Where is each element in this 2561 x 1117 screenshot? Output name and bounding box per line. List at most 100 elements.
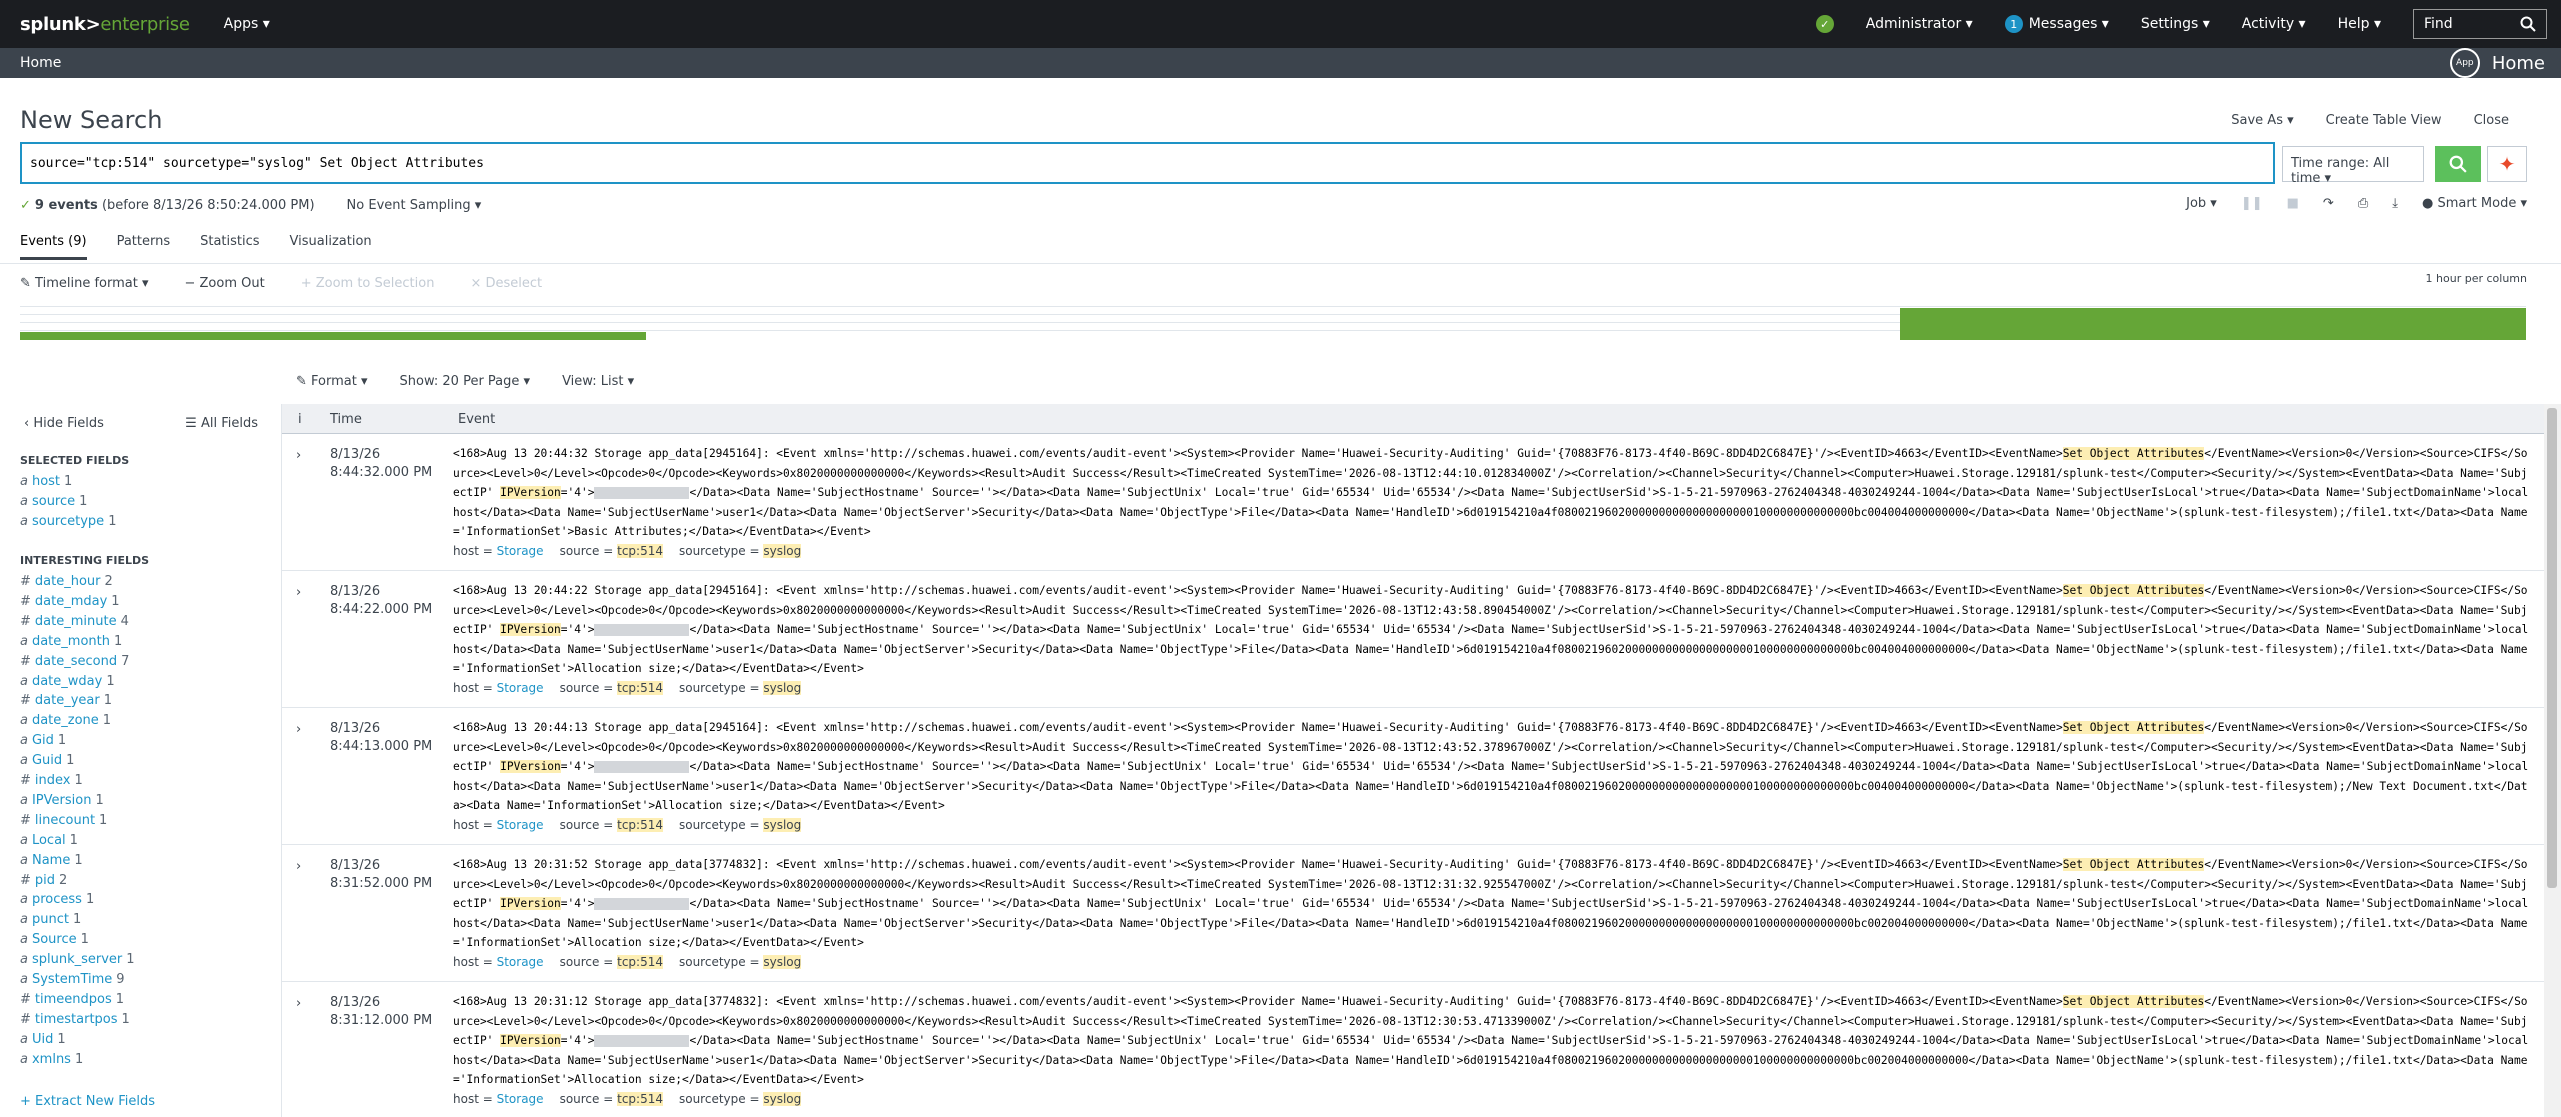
sourcetype-value[interactable]: syslog	[763, 681, 802, 695]
source-value[interactable]: tcp:514	[617, 1092, 663, 1106]
interesting-field[interactable]: a Source 1	[20, 932, 89, 947]
zoom-to-selection-button[interactable]: + Zoom to Selection	[301, 276, 435, 291]
smart-mode-dropdown[interactable]: ● Smart Mode ▾	[2422, 196, 2527, 211]
sourcetype-value[interactable]: syslog	[763, 818, 802, 832]
sourcetype-value[interactable]: syslog	[763, 544, 802, 558]
interesting-field[interactable]: # timestartpos 1	[20, 1012, 130, 1027]
interesting-field[interactable]: # date_mday 1	[20, 594, 120, 609]
interesting-field[interactable]: a Name 1	[20, 853, 83, 868]
deselect-button[interactable]: × Deselect	[470, 276, 542, 291]
timeline-chart[interactable]	[20, 298, 2526, 346]
event-raw-text[interactable]: <168>Aug 13 20:31:12 Storage app_data[37…	[453, 992, 2529, 1090]
timeline-bar[interactable]	[1900, 308, 2526, 340]
hide-fields-button[interactable]: ‹ Hide Fields	[24, 416, 104, 431]
help-menu[interactable]: Help ▾	[2338, 16, 2381, 32]
interesting-field[interactable]: a Uid 1	[20, 1032, 66, 1047]
interesting-field[interactable]: # date_hour 2	[20, 574, 113, 589]
administrator-menu[interactable]: Administrator ▾	[1866, 16, 1973, 32]
expand-chevron-icon[interactable]: ›	[296, 722, 301, 737]
find-input[interactable]: Find	[2413, 9, 2547, 39]
job-menu[interactable]: Job ▾	[2186, 196, 2217, 211]
save-as-button[interactable]: Save As ▾	[2231, 113, 2293, 128]
host-value[interactable]: Storage	[497, 818, 544, 832]
apps-menu[interactable]: Apps ▾	[224, 16, 270, 32]
settings-menu[interactable]: Settings ▾	[2141, 16, 2210, 32]
host-value[interactable]: Storage	[497, 955, 544, 969]
interesting-field[interactable]: a date_month 1	[20, 634, 122, 649]
format-dropdown[interactable]: ✎ Format ▾	[296, 374, 368, 389]
interesting-field[interactable]: # linecount 1	[20, 813, 107, 828]
event-raw-text[interactable]: <168>Aug 13 20:31:52 Storage app_data[37…	[453, 855, 2529, 953]
splunk-logo[interactable]: splunk>enterprise	[20, 14, 190, 35]
interesting-field[interactable]: a date_zone 1	[20, 713, 111, 728]
close-button[interactable]: Close	[2474, 113, 2509, 128]
zoom-out-button[interactable]: − Zoom Out	[185, 276, 265, 291]
event-row[interactable]: › 8/13/26 8:44:22.000 PM <168>Aug 13 20:44:…	[282, 571, 2544, 708]
source-value[interactable]: tcp:514	[617, 681, 663, 695]
tab-visualization[interactable]: Visualization	[290, 232, 372, 264]
search-input[interactable]: source="tcp:514" sourcetype="syslog" Set…	[20, 142, 2275, 184]
timeline-format-dropdown[interactable]: ✎ Timeline format ▾	[20, 276, 149, 291]
host-value[interactable]: Storage	[497, 544, 544, 558]
host-value[interactable]: Storage	[497, 1092, 544, 1106]
sourcetype-value[interactable]: syslog	[763, 1092, 802, 1106]
expand-chevron-icon[interactable]: ›	[296, 448, 301, 463]
interesting-field[interactable]: a punct 1	[20, 912, 81, 927]
host-value[interactable]: Storage	[497, 681, 544, 695]
ai-assistant-button[interactable]: ✦	[2487, 146, 2527, 182]
interesting-field[interactable]: # pid 2	[20, 873, 67, 888]
source-value[interactable]: tcp:514	[617, 955, 663, 969]
tab-patterns[interactable]: Patterns	[117, 232, 171, 264]
tab-statistics[interactable]: Statistics	[200, 232, 259, 264]
sourcetype-value[interactable]: syslog	[763, 955, 802, 969]
event-raw-text[interactable]: <168>Aug 13 20:44:13 Storage app_data[29…	[453, 718, 2529, 816]
interesting-field[interactable]: a Gid 1	[20, 733, 66, 748]
per-page-dropdown[interactable]: Show: 20 Per Page ▾	[400, 374, 531, 389]
search-button[interactable]	[2435, 146, 2481, 182]
interesting-field[interactable]: a xmlns 1	[20, 1052, 83, 1067]
selected-field[interactable]: a source 1	[20, 494, 87, 509]
event-sampling-dropdown[interactable]: No Event Sampling ▾	[347, 198, 482, 213]
messages-menu[interactable]: 1 Messages ▾	[2004, 15, 2109, 33]
expand-chevron-icon[interactable]: ›	[296, 859, 301, 874]
time-column-header[interactable]: Time	[330, 412, 362, 427]
tab-events[interactable]: Events (9)	[20, 232, 87, 260]
source-value[interactable]: tcp:514	[617, 544, 663, 558]
app-home-label[interactable]: Home	[2492, 53, 2545, 74]
interesting-field[interactable]: a Local 1	[20, 833, 78, 848]
expand-chevron-icon[interactable]: ›	[296, 585, 301, 600]
event-row[interactable]: › 8/13/26 8:44:32.000 PM <168>Aug 13 20:44:…	[282, 434, 2544, 571]
interesting-field[interactable]: a SystemTime 9	[20, 972, 125, 987]
time-range-picker[interactable]: Time range: All time ▾	[2282, 146, 2424, 186]
share-icon[interactable]: ↷	[2323, 196, 2334, 211]
interesting-field[interactable]: # timeendpos 1	[20, 992, 124, 1007]
health-status[interactable]: ✓	[1815, 15, 1834, 33]
interesting-field[interactable]: a Guid 1	[20, 753, 74, 768]
create-table-view-button[interactable]: Create Table View	[2326, 113, 2442, 128]
interesting-field[interactable]: a splunk_server 1	[20, 952, 135, 967]
scroll-thumb[interactable]	[2547, 408, 2557, 888]
interesting-field[interactable]: # date_second 7	[20, 654, 129, 669]
event-raw-text[interactable]: <168>Aug 13 20:44:22 Storage app_data[29…	[453, 581, 2529, 679]
interesting-field[interactable]: a IPVersion 1	[20, 793, 104, 808]
activity-menu[interactable]: Activity ▾	[2242, 16, 2306, 32]
interesting-field[interactable]: # index 1	[20, 773, 83, 788]
event-row[interactable]: › 8/13/26 8:44:13.000 PM <168>Aug 13 20:44:…	[282, 708, 2544, 845]
expand-chevron-icon[interactable]: ›	[296, 996, 301, 1011]
all-fields-button[interactable]: ☰ All Fields	[185, 416, 258, 431]
interesting-field[interactable]: a date_wday 1	[20, 674, 115, 689]
event-row[interactable]: › 8/13/26 8:31:52.000 PM <168>Aug 13 20:31:…	[282, 845, 2544, 982]
app-nav-home[interactable]: Home	[20, 55, 61, 71]
stop-icon[interactable]: ■	[2287, 196, 2299, 211]
selected-field[interactable]: a sourcetype 1	[20, 514, 116, 529]
source-value[interactable]: tcp:514	[617, 818, 663, 832]
interesting-field[interactable]: # date_year 1	[20, 693, 112, 708]
extract-new-fields-link[interactable]: + Extract New Fields	[20, 1094, 155, 1109]
selected-field[interactable]: a host 1	[20, 474, 72, 489]
event-raw-text[interactable]: <168>Aug 13 20:44:32 Storage app_data[29…	[453, 444, 2529, 542]
event-column-header[interactable]: Event	[458, 412, 495, 427]
interesting-field[interactable]: a process 1	[20, 892, 94, 907]
print-icon[interactable]: ⎙	[2358, 196, 2368, 211]
interesting-field[interactable]: # date_minute 4	[20, 614, 129, 629]
view-dropdown[interactable]: View: List ▾	[562, 374, 634, 389]
